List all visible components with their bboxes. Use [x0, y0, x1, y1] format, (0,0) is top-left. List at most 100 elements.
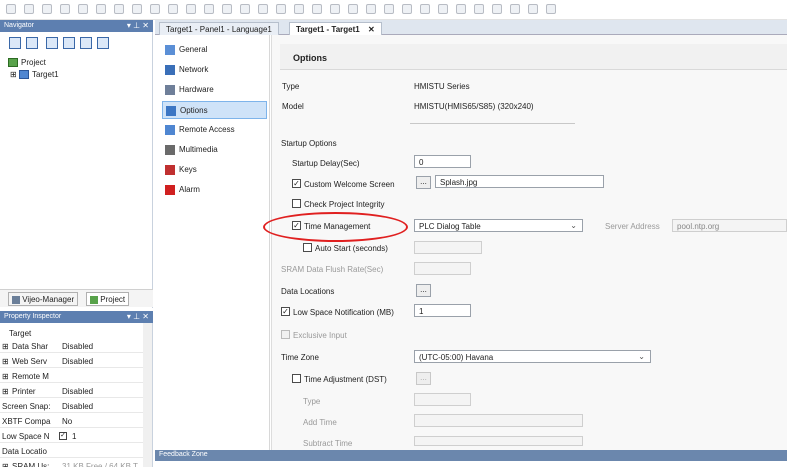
property-row[interactable]: Remote M ⊞ — [0, 370, 143, 383]
property-inspector-window-controls[interactable]: ▾ ⊥ ✕ — [127, 312, 149, 321]
check-integrity-checkbox[interactable] — [292, 199, 301, 208]
tab-panel1-language1[interactable]: Target1 - Panel1 - Language1 — [159, 22, 279, 35]
property-value[interactable]: 31 KB Free / 64 KB T — [62, 462, 138, 467]
navigator-window-controls[interactable]: ▾ ⊥ ✕ — [127, 21, 149, 30]
toolbar-more-icon[interactable] — [546, 4, 556, 14]
toolbar-polyline-icon[interactable] — [42, 4, 52, 14]
time-zone-select[interactable]: (UTC-05:00) Havana ⌄ — [414, 350, 651, 363]
category-alarm[interactable]: Alarm — [162, 181, 267, 199]
toolbar-rectangle-icon[interactable] — [96, 4, 106, 14]
property-row[interactable]: Data Shar Disabled ⊞ — [0, 340, 143, 353]
toolbar-ellipse-icon[interactable] — [114, 4, 124, 14]
toolbar-table-icon[interactable] — [420, 4, 430, 14]
category-network[interactable]: Network — [162, 61, 267, 79]
toolbar-line-icon[interactable] — [24, 4, 34, 14]
toolbar-link-icon[interactable] — [492, 4, 502, 14]
sram-flush-input[interactable] — [414, 262, 471, 275]
toolbar-screen-icon[interactable] — [510, 4, 520, 14]
toolbar-bar-graph-icon[interactable] — [366, 4, 376, 14]
toolbar-numeric-icon[interactable] — [312, 4, 322, 14]
dst-add-time-input[interactable] — [414, 414, 583, 427]
expand-icon[interactable]: ⊞ — [2, 357, 9, 366]
property-row[interactable]: Low Space N ✓ 1 — [0, 430, 143, 443]
toolbar-alarm-icon[interactable] — [456, 4, 466, 14]
navigator-build-icon[interactable] — [80, 37, 92, 49]
property-value[interactable]: Disabled — [62, 342, 93, 351]
expand-icon[interactable]: ⊞ — [2, 462, 9, 467]
welcome-file-input[interactable]: Splash.jpg — [435, 175, 604, 188]
startup-delay-input[interactable]: 0 — [414, 155, 471, 168]
property-row[interactable]: Printer Disabled ⊞ — [0, 385, 143, 398]
toolbar-picture-icon[interactable] — [402, 4, 412, 14]
toolbar-clock-icon[interactable] — [348, 4, 358, 14]
welcome-browse-button[interactable]: ... — [416, 176, 431, 189]
low-space-input[interactable]: 1 — [414, 304, 471, 317]
expand-icon[interactable]: ⊞ — [2, 387, 9, 396]
property-checkbox[interactable]: ✓ — [59, 432, 67, 440]
toolbar-chart-icon[interactable] — [438, 4, 448, 14]
toolbar-polygon-icon[interactable] — [132, 4, 142, 14]
navigator-properties-icon[interactable] — [63, 37, 75, 49]
data-locations-button[interactable]: ... — [416, 284, 431, 297]
category-hardware[interactable]: Hardware — [162, 81, 267, 99]
time-adjustment-button[interactable]: ... — [416, 372, 431, 385]
tab-project[interactable]: Project — [86, 292, 130, 306]
property-row[interactable]: SRAM Us: 31 KB Free / 64 KB T ⊞ — [0, 460, 143, 467]
property-value[interactable]: 1 — [72, 432, 76, 441]
toolbar-shape-icon[interactable] — [150, 4, 160, 14]
toolbar-panel-icon[interactable] — [528, 4, 538, 14]
category-multimedia[interactable]: Multimedia — [162, 141, 267, 159]
expand-icon[interactable]: ⊞ — [2, 372, 9, 381]
category-options[interactable]: Options — [162, 101, 267, 119]
property-value[interactable]: No — [62, 417, 72, 426]
category-general[interactable]: General — [162, 41, 267, 59]
toolbar-arc-icon[interactable] — [78, 4, 88, 14]
close-tab-icon[interactable]: ✕ — [368, 25, 375, 34]
navigator-new-icon[interactable] — [9, 37, 21, 49]
category-keys[interactable]: Keys — [162, 161, 267, 179]
property-value[interactable]: Disabled — [62, 387, 93, 396]
property-row[interactable]: Web Serv Disabled ⊞ — [0, 355, 143, 368]
toolbar-pointer-icon[interactable] — [6, 4, 16, 14]
navigator-edit-icon[interactable] — [46, 37, 58, 49]
dst-subtract-time-input[interactable] — [414, 436, 583, 446]
category-list: General Network Hardware Options Remote Acce… — [155, 35, 270, 450]
tree-expand-icon[interactable]: ⊞ — [10, 70, 17, 79]
dst-type-input[interactable] — [414, 393, 471, 406]
toolbar-circle-fill-icon[interactable] — [384, 4, 394, 14]
toolbar-freeform-icon[interactable] — [60, 4, 70, 14]
toolbar-recipe-icon[interactable] — [474, 4, 484, 14]
exclusive-input-checkbox[interactable] — [281, 330, 290, 339]
tree-item-target1[interactable]: ⊞ Target1 — [10, 70, 59, 80]
server-address-input[interactable]: pool.ntp.org — [672, 219, 787, 232]
toolbar-image-icon[interactable] — [258, 4, 268, 14]
category-remote-access[interactable]: Remote Access — [162, 121, 267, 139]
toolbar-switch-icon[interactable] — [276, 4, 286, 14]
toolbar-meter-icon[interactable] — [330, 4, 340, 14]
toolbar-lamp-icon[interactable] — [294, 4, 304, 14]
toolbar-text-icon[interactable] — [240, 4, 250, 14]
property-row[interactable]: Data Locatio — [0, 445, 143, 458]
time-adjustment-checkbox[interactable] — [292, 374, 301, 383]
expand-icon[interactable]: ⊞ — [2, 342, 9, 351]
toolbar-lines-icon[interactable] — [222, 4, 232, 14]
toolbar-star-icon[interactable] — [204, 4, 214, 14]
navigator-save-icon[interactable] — [26, 37, 38, 49]
property-name: Web Serv — [12, 357, 47, 366]
tab-target1[interactable]: Target1 - Target1 ✕ — [289, 22, 382, 35]
property-value[interactable]: Disabled — [62, 357, 93, 366]
toolbar-circle-icon[interactable] — [168, 4, 178, 14]
auto-start-checkbox[interactable] — [303, 243, 312, 252]
property-row[interactable]: Screen Snap: Disabled — [0, 400, 143, 413]
toolbar-pie-icon[interactable] — [186, 4, 196, 14]
custom-welcome-checkbox[interactable]: ✓ — [292, 179, 301, 188]
low-space-checkbox[interactable]: ✓ — [281, 307, 290, 316]
property-scrollbar[interactable] — [143, 323, 152, 467]
tree-item-project[interactable]: Project — [8, 58, 46, 68]
navigator-transfer-icon[interactable] — [97, 37, 109, 49]
tab-vijeo-manager[interactable]: Vijeo-Manager — [8, 292, 79, 306]
property-row[interactable]: XBTF Compa No — [0, 415, 143, 428]
property-value[interactable]: Disabled — [62, 402, 93, 411]
time-management-select[interactable]: PLC Dialog Table ⌄ — [414, 219, 583, 232]
auto-start-input[interactable] — [414, 241, 482, 254]
